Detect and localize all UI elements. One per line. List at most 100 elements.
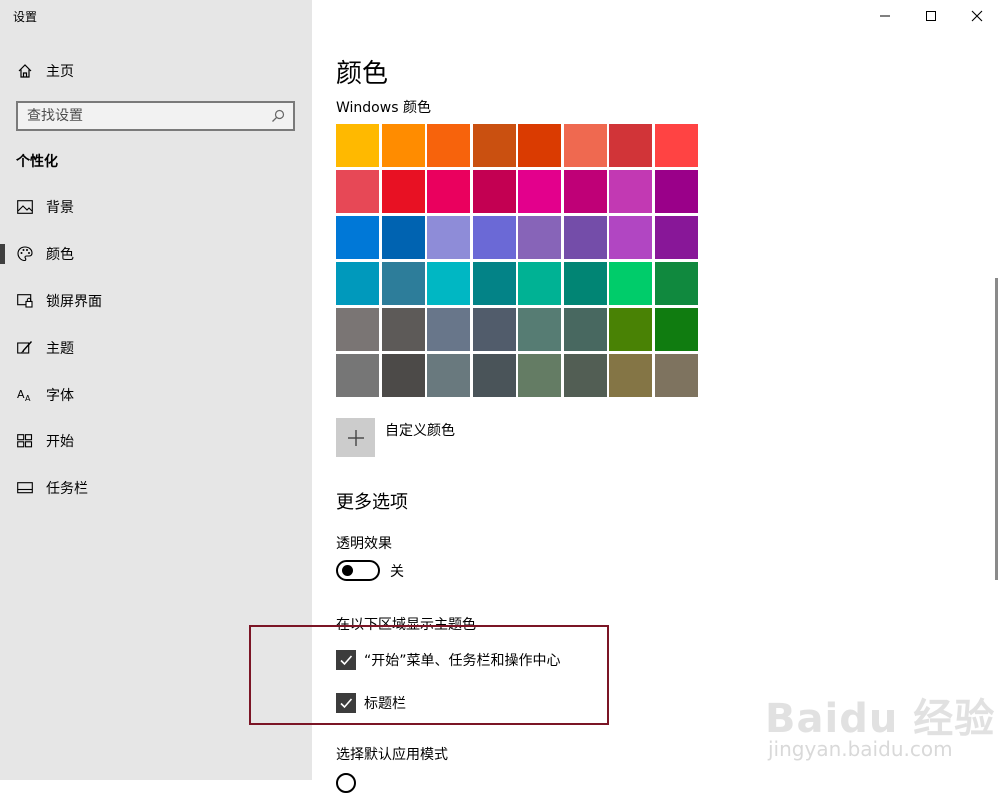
sidebar-item-lock-screen[interactable]: 锁屏界面 (0, 281, 312, 321)
color-swatch[interactable] (427, 170, 470, 213)
color-swatch[interactable] (427, 308, 470, 351)
custom-color-label: 自定义颜色 (385, 423, 455, 439)
home-icon (16, 63, 34, 79)
nav-home[interactable]: 主页 (0, 52, 312, 90)
nav-home-label: 主页 (46, 64, 74, 80)
sidebar-item-label: 背景 (46, 200, 74, 216)
color-swatch[interactable] (472, 216, 516, 259)
color-swatch[interactable] (472, 170, 516, 213)
sidebar-item-label: 锁屏界面 (46, 294, 102, 310)
toggle-state-label: 关 (390, 563, 404, 580)
color-swatch[interactable] (381, 354, 425, 397)
color-swatch[interactable] (381, 124, 425, 167)
color-swatch[interactable] (518, 262, 561, 305)
color-swatch[interactable] (336, 216, 379, 259)
svg-text:A: A (17, 388, 25, 401)
color-swatch[interactable] (427, 354, 470, 397)
plus-icon (336, 418, 375, 457)
color-swatch[interactable] (336, 262, 379, 305)
color-palette (336, 124, 698, 397)
color-swatch[interactable] (518, 354, 561, 397)
app-mode-label: 选择默认应用模式 (336, 747, 448, 763)
sidebar-item-label: 开始 (46, 434, 74, 450)
close-icon (971, 10, 983, 22)
svg-text:A: A (25, 394, 31, 402)
color-swatch[interactable] (472, 308, 516, 351)
close-button[interactable] (954, 0, 1000, 32)
sidebar-item-label: 任务栏 (46, 481, 88, 497)
minimize-button[interactable] (862, 0, 908, 32)
color-swatch[interactable] (381, 308, 425, 351)
palette-icon (16, 246, 34, 262)
search-icon[interactable] (271, 109, 285, 123)
search-box[interactable] (16, 101, 295, 131)
sidebar-item-fonts[interactable]: AA 字体 (0, 375, 312, 415)
color-swatch[interactable] (654, 262, 698, 305)
color-swatch[interactable] (563, 124, 607, 167)
color-swatch[interactable] (654, 216, 698, 259)
maximize-button[interactable] (908, 0, 954, 32)
color-swatch[interactable] (472, 124, 516, 167)
maximize-icon (926, 11, 936, 21)
color-swatch[interactable] (609, 170, 652, 213)
color-swatch[interactable] (654, 124, 698, 167)
color-swatch[interactable] (336, 354, 379, 397)
color-swatch[interactable] (654, 308, 698, 351)
sidebar-item-taskbar[interactable]: 任务栏 (0, 468, 312, 508)
theme-brush-icon (16, 340, 34, 356)
custom-color-button[interactable]: 自定义颜色 (336, 418, 455, 457)
color-swatch[interactable] (336, 170, 379, 213)
sidebar-item-label: 主题 (46, 341, 74, 357)
color-swatch[interactable] (336, 124, 379, 167)
toggle-knob (342, 565, 353, 576)
more-options-heading: 更多选项 (336, 492, 408, 513)
watermark-url: jingyan.baidu.com (768, 737, 953, 761)
color-swatch[interactable] (563, 308, 607, 351)
transparency-label: 透明效果 (336, 536, 392, 552)
sidebar-item-colors[interactable]: 颜色 (0, 234, 312, 274)
color-swatch[interactable] (609, 216, 652, 259)
color-swatch[interactable] (381, 216, 425, 259)
lock-screen-icon (16, 294, 34, 308)
taskbar-icon (16, 482, 34, 494)
color-swatch[interactable] (427, 124, 470, 167)
color-swatch[interactable] (518, 170, 561, 213)
section-heading: 个性化 (16, 154, 58, 170)
start-tiles-icon (16, 434, 34, 448)
color-swatch[interactable] (427, 216, 470, 259)
color-swatch[interactable] (563, 262, 607, 305)
windows-colors-label: Windows 颜色 (336, 100, 431, 116)
color-swatch[interactable] (472, 262, 516, 305)
sidebar-item-background[interactable]: 背景 (0, 187, 312, 227)
sidebar-item-label: 字体 (46, 388, 74, 404)
color-swatch[interactable] (609, 308, 652, 351)
sidebar-item-themes[interactable]: 主题 (0, 328, 312, 368)
color-swatch[interactable] (654, 170, 698, 213)
search-input[interactable] (27, 108, 257, 124)
color-swatch[interactable] (381, 262, 425, 305)
color-swatch[interactable] (563, 170, 607, 213)
scrollbar-thumb[interactable] (995, 278, 998, 580)
color-swatch[interactable] (563, 216, 607, 259)
radio-button[interactable] (336, 773, 356, 793)
color-swatch[interactable] (427, 262, 470, 305)
watermark-logo: Baidu 经验 (765, 696, 996, 742)
color-swatch[interactable] (654, 354, 698, 397)
sidebar-item-label: 颜色 (46, 247, 74, 263)
color-swatch[interactable] (518, 124, 561, 167)
color-swatch[interactable] (518, 216, 561, 259)
page-title: 颜色 (336, 59, 389, 89)
window-controls (862, 0, 1000, 32)
color-swatch[interactable] (563, 354, 607, 397)
color-swatch[interactable] (381, 170, 425, 213)
color-swatch[interactable] (609, 262, 652, 305)
sidebar-item-start[interactable]: 开始 (0, 421, 312, 461)
picture-icon (16, 200, 34, 214)
color-swatch[interactable] (609, 354, 652, 397)
color-swatch[interactable] (518, 308, 561, 351)
color-swatch[interactable] (472, 354, 516, 397)
minimize-icon (880, 15, 890, 17)
color-swatch[interactable] (609, 124, 652, 167)
color-swatch[interactable] (336, 308, 379, 351)
transparency-toggle[interactable] (336, 560, 380, 581)
